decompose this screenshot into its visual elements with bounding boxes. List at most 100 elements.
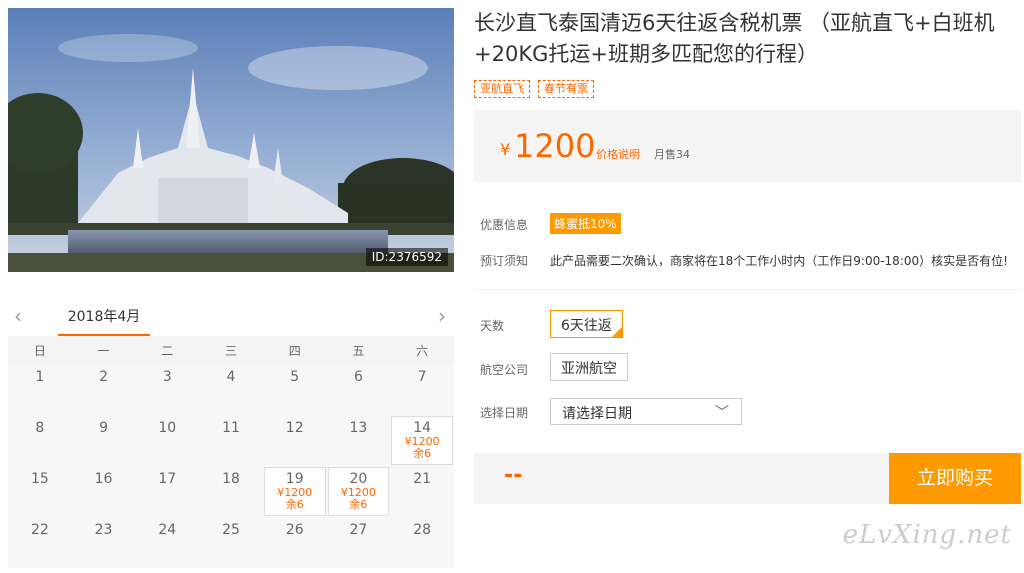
product-tags: 亚航直飞 春节有票 (474, 80, 594, 98)
discount-label: 优惠信息 (480, 218, 529, 232)
day-number: 20 (349, 471, 368, 487)
calendar-day: 12 (263, 415, 327, 466)
notice-text: 此产品需要二次确认，商家将在18个工作小时内（工作日9:00-18:00）核实是… (550, 254, 1008, 268)
buy-now-button[interactable]: 立即购买 (889, 453, 1021, 504)
date-select-value: 请选择日期 (562, 406, 632, 422)
airline-option-label: 亚洲航空 (561, 361, 617, 377)
tag-direct-flight: 亚航直飞 (474, 80, 530, 98)
calendar-month-tab[interactable]: 2018年4月 (58, 306, 150, 336)
product-title: 长沙直飞泰国清迈6天往返含税机票 （亚航直飞+白班机+20KG托运+班期多匹配您… (474, 11, 995, 66)
calendar-day: 21 (390, 466, 454, 517)
total-price: -- (504, 463, 523, 488)
calendar-days-grid: 1 2 3 4 5 6 7 8 9 10 11 12 13 14 ¥1200 余6 15 16 17 18 19 ¥120… (8, 364, 454, 568)
weekday-label: 日 (33, 343, 46, 358)
days-option[interactable]: 6天往返 (550, 310, 623, 338)
tag-spring-festival: 春节有票 (538, 80, 594, 98)
weekday-label: 四 (288, 343, 301, 358)
airline-option[interactable]: 亚洲航空 (550, 353, 628, 381)
day-number: 9 (99, 420, 109, 436)
day-number: 17 (158, 471, 177, 487)
calendar-day: 7 (390, 364, 454, 415)
calendar-day: 22 (8, 517, 72, 568)
discount-badge: 蜂蜜抵10% (550, 213, 621, 234)
day-number: 13 (349, 420, 368, 436)
day-number: 2 (99, 369, 109, 385)
calendar-next-icon[interactable]: › (438, 304, 446, 328)
day-number: 7 (417, 369, 427, 385)
weekday-label: 一 (97, 343, 110, 358)
day-number: 25 (222, 522, 240, 538)
day-number: 22 (30, 522, 49, 538)
buy-bar: -- 立即购买 (474, 453, 1021, 504)
day-number: 4 (226, 369, 236, 385)
calendar-day-available[interactable]: 19 ¥1200 余6 (263, 467, 326, 516)
weekday-label: 六 (416, 343, 429, 358)
calendar-day: 25 (199, 517, 263, 568)
calendar-day: 9 (72, 415, 136, 466)
weekday-label: 五 (352, 343, 365, 358)
calendar-day: 11 (199, 415, 263, 466)
temple-photo (8, 8, 454, 272)
calendar-day: 17 (135, 466, 199, 517)
day-number: 15 (30, 471, 49, 487)
calendar-day: 1 (8, 364, 72, 415)
notice-label: 预订须知 (480, 254, 529, 268)
day-number: 11 (222, 420, 240, 436)
date-calendar: ‹ 2018年4月 › 日 一 二 三 四 五 六 1 2 3 4 5 6 7 8 9 10 11 1… (8, 300, 454, 568)
day-number: 12 (285, 420, 304, 436)
day-number: 18 (222, 471, 240, 487)
day-number: 23 (94, 522, 113, 538)
calendar-day-available[interactable]: 20 ¥1200 余6 (327, 467, 390, 516)
day-stock: 余6 (285, 498, 304, 511)
calendar-day: 18 (199, 466, 263, 517)
calendar-day: 24 (135, 517, 199, 568)
weekday-label: 二 (161, 343, 174, 358)
day-stock: 余6 (413, 447, 432, 460)
calendar-day: 10 (135, 415, 199, 466)
day-number: 27 (349, 522, 368, 538)
day-number: 8 (35, 420, 45, 436)
calendar-day: 8 (8, 415, 72, 466)
days-label: 天数 (480, 319, 505, 333)
price-explain-link[interactable]: 价格说明 (596, 146, 640, 162)
monthly-sales: 月售34 (654, 148, 690, 161)
calendar-day: 27 (327, 517, 391, 568)
divider (474, 289, 1021, 290)
calendar-day: 4 (199, 364, 263, 415)
calendar-weekday-row: 日 一 二 三 四 五 六 (8, 336, 454, 364)
airline-label: 航空公司 (480, 363, 529, 377)
price-box: ¥ 1200 价格说明 月售34 (474, 110, 1021, 182)
calendar-day: 3 (135, 364, 199, 415)
day-number: 21 (413, 471, 432, 487)
day-number: 24 (158, 522, 177, 538)
day-number: 28 (413, 522, 432, 538)
day-number: 3 (162, 369, 172, 385)
day-number: 6 (353, 369, 363, 385)
day-number: 26 (285, 522, 304, 538)
day-number: 14 (413, 420, 432, 436)
calendar-day: 2 (72, 364, 136, 415)
day-number: 10 (158, 420, 177, 436)
chevron-down-icon: ﹀ (715, 405, 729, 421)
day-stock: 余6 (349, 498, 368, 511)
calendar-day: 16 (72, 466, 136, 517)
calendar-day: 13 (327, 415, 391, 466)
weekday-label: 三 (224, 343, 237, 358)
day-number: 16 (94, 471, 113, 487)
calendar-day: 28 (390, 517, 454, 568)
calendar-header: ‹ 2018年4月 › (8, 300, 454, 336)
calendar-day: 26 (263, 517, 327, 568)
date-label: 选择日期 (480, 406, 529, 420)
selected-check-icon (610, 326, 623, 338)
calendar-day: 6 (327, 364, 391, 415)
calendar-day: 15 (8, 466, 72, 517)
date-select[interactable]: 请选择日期 ﹀ (550, 398, 742, 425)
calendar-day-available[interactable]: 14 ¥1200 余6 (391, 416, 453, 465)
calendar-day: 23 (72, 517, 136, 568)
calendar-prev-icon[interactable]: ‹ (14, 304, 22, 328)
day-number: 1 (35, 369, 45, 385)
product-photo: ID:2376592 (8, 8, 454, 272)
price-currency: ¥ (500, 140, 511, 159)
day-number: 5 (290, 369, 300, 385)
calendar-day: 5 (263, 364, 327, 415)
